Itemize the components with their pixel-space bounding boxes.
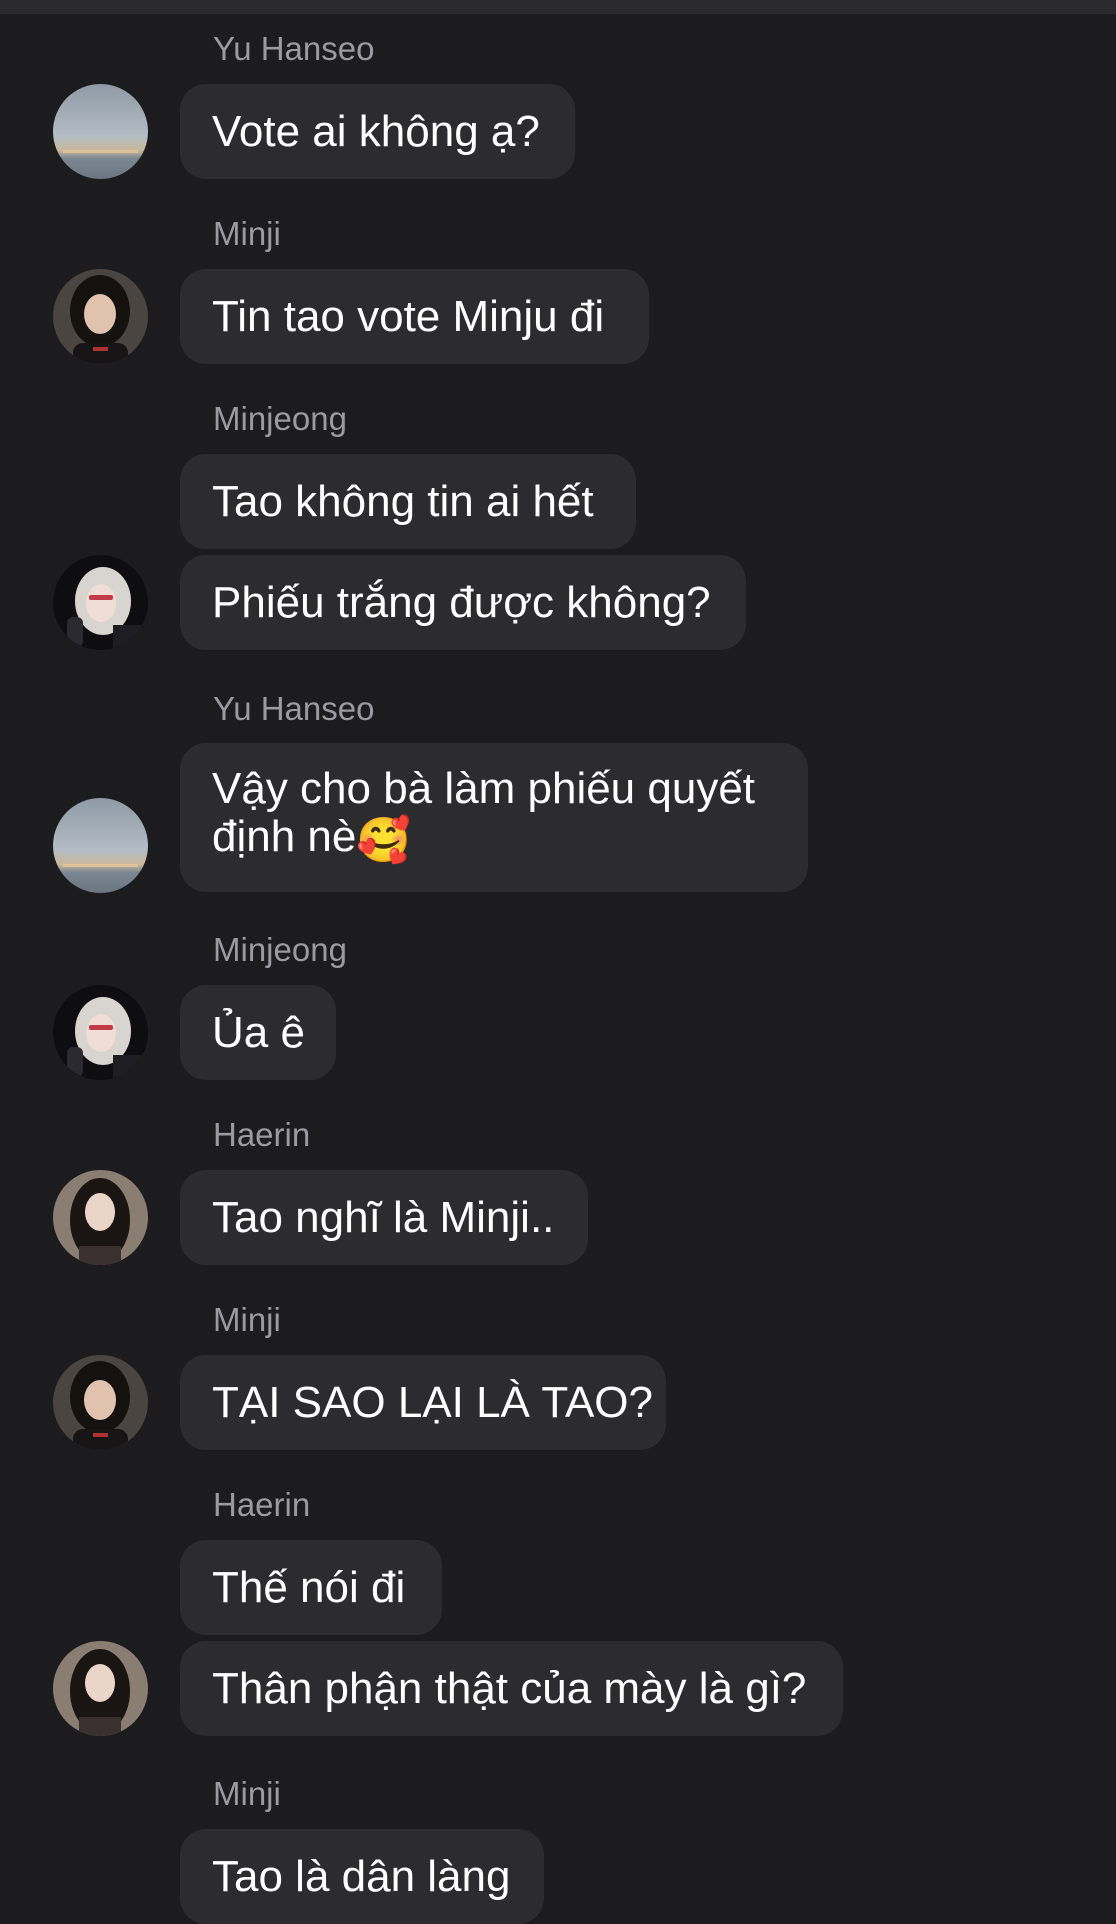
top-bar [0,0,1116,14]
message-bubble[interactable]: Ủa ê [180,985,336,1080]
blonde-girl-avatar-icon[interactable] [53,555,148,650]
message-bubble[interactable]: Tao là dân làng [180,1829,544,1924]
sender-name: Haerin [213,1486,311,1523]
sky-avatar-icon[interactable] [53,84,148,179]
message-text: Tao là dân làng [212,1851,511,1901]
message-bubble[interactable]: Thân phận thật của mày là gì? [180,1641,843,1736]
long-hair-girl-avatar-icon[interactable] [53,1170,148,1265]
sender-name: Minji [213,1301,281,1338]
message-bubble[interactable]: Vậy cho bà làm phiếu quyết định nè🥰 [180,743,808,892]
blonde-girl-avatar-icon[interactable] [53,985,148,1080]
message-text: Tao không tin ai hết [212,476,594,526]
message-text: Thế nói đi [212,1562,406,1612]
message-text: Tao nghĩ là Minji.. [212,1192,555,1242]
message-text: Vote ai không ạ? [212,106,540,156]
dark-hair-girl-avatar-icon[interactable] [53,1355,148,1450]
message-bubble[interactable]: Vote ai không ạ? [180,84,575,179]
message-text: Ủa ê [212,1007,305,1057]
sender-name: Minji [213,1775,281,1812]
sender-name: Yu Hanseo [213,30,375,67]
message-bubble[interactable]: TẠI SAO LẠI LÀ TAO? [180,1355,666,1450]
long-hair-girl-avatar-icon[interactable] [53,1641,148,1736]
sender-name: Yu Hanseo [213,690,375,727]
message-text: Vậy cho bà làm phiếu quyết định nè [212,764,756,861]
message-text: Thân phận thật của mày là gì? [212,1663,807,1713]
message-bubble[interactable]: Tao nghĩ là Minji.. [180,1170,588,1265]
sender-name: Minjeong [213,400,347,437]
message-text: Tin tao vote Minju đi [212,291,605,341]
dark-hair-girl-avatar-icon[interactable] [53,269,148,364]
smiling-face-with-hearts-icon: 🥰 [356,816,412,865]
sender-name: Haerin [213,1116,311,1153]
message-bubble[interactable]: Tao không tin ai hết [180,454,636,549]
sky-avatar-icon[interactable] [53,798,148,893]
sender-name: Minjeong [213,931,347,968]
sender-name: Minji [213,215,281,252]
message-bubble[interactable]: Phiếu trắng được không? [180,555,746,650]
message-text: TẠI SAO LẠI LÀ TAO? [212,1377,653,1427]
message-bubble[interactable]: Tin tao vote Minju đi [180,269,649,364]
message-text: Phiếu trắng được không? [212,577,711,627]
message-bubble[interactable]: Thế nói đi [180,1540,442,1635]
